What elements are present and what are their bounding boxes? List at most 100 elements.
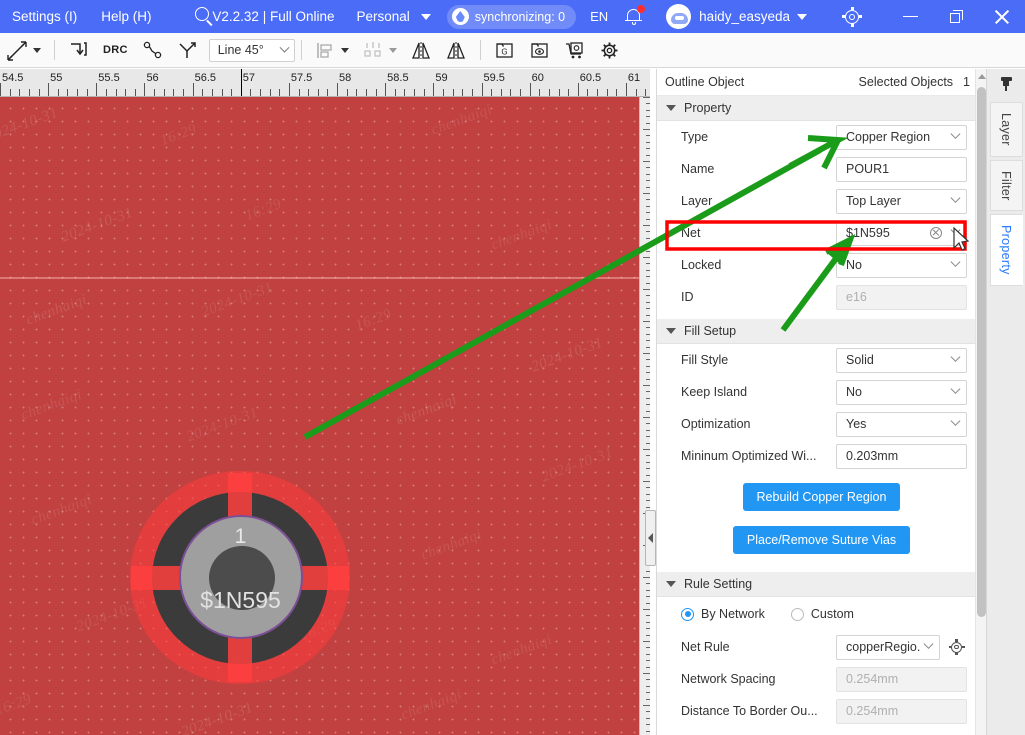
route-tool-button[interactable] (61, 33, 96, 68)
ruler-tick (646, 327, 650, 329)
ruler-tick (183, 89, 184, 96)
ruler-tick (643, 225, 650, 226)
selected-objects-label: Selected Objects (858, 75, 954, 89)
align-vertical-button[interactable] (356, 33, 404, 68)
ruler-tick (646, 698, 650, 700)
menu-settings[interactable]: Settings (I) (0, 0, 89, 33)
tab-property[interactable]: Property (989, 214, 1023, 287)
watermark: 16:29 (243, 196, 284, 224)
row-network-spacing: Network Spacing 0.254mm (657, 663, 986, 695)
radio-custom-label[interactable]: Custom (811, 607, 854, 621)
label-name: Name (681, 162, 715, 176)
maximize-button[interactable] (933, 0, 979, 33)
optimization-select[interactable]: Yes (836, 411, 967, 437)
place-remove-suture-vias-button[interactable]: Place/Remove Suture Vias (732, 526, 911, 554)
clear-icon[interactable] (930, 227, 942, 239)
ruler-tick (646, 231, 650, 233)
panel-splitter-handle[interactable] (645, 510, 656, 566)
chevron-down-icon[interactable] (340, 47, 349, 53)
net-rule-select[interactable]: copperRegio... (836, 634, 940, 660)
settings-button[interactable] (592, 33, 627, 68)
line-mode-select[interactable]: Line 45° (208, 38, 295, 62)
chevron-down-icon[interactable] (388, 47, 397, 53)
order-pcb-button[interactable] (557, 33, 592, 68)
radio-by-network[interactable] (681, 607, 694, 621)
radio-by-network-label[interactable]: By Network (701, 607, 765, 621)
rebuild-copper-region-button[interactable]: Rebuild Copper Region (742, 483, 901, 511)
drc-button[interactable]: DRC (96, 33, 135, 68)
mirror-vertical-button[interactable] (439, 33, 474, 68)
net-path-button[interactable] (135, 33, 170, 68)
pcb-canvas[interactable]: 2024-10-31 16:29 chenhaiqi 2024-10-31 16… (0, 97, 639, 735)
minimize-button[interactable] (887, 0, 933, 33)
ruler-label: 54.5 (2, 72, 24, 84)
suture-vias-button-wrap: Place/Remove Suture Vias (657, 526, 986, 554)
language-selector[interactable]: EN (590, 9, 608, 24)
tab-layer[interactable]: Layer (989, 102, 1023, 157)
ruler-tick (643, 641, 650, 642)
canvas-area[interactable]: 54.5 55 55.5 56 56.5 57 57.5 58 58.5 59 59.5 60 60.5… (0, 69, 650, 735)
folder-g-icon: G (496, 42, 513, 58)
sync-status-badge[interactable]: synchronizing: 0 (446, 4, 577, 29)
section-header-rule-setting[interactable]: Rule Setting (657, 572, 986, 597)
type-select[interactable]: Copper Region (836, 124, 967, 150)
toolbar-divider-2 (300, 40, 302, 60)
ruler-tick (510, 89, 512, 96)
pcb-pad[interactable]: 1 $1N595 (128, 471, 353, 686)
ruler-tick (643, 449, 650, 450)
ruler-tick (96, 83, 98, 96)
gear-icon[interactable] (841, 6, 863, 28)
ruler-label: 60 (531, 72, 544, 84)
username-label[interactable]: haidy_easyeda (699, 9, 790, 24)
align-horizontal-button[interactable] (308, 33, 356, 68)
tab-filter[interactable]: Filter (989, 159, 1023, 212)
row-min-optimized-width: Mininum Optimized Wi... 0.203mm (657, 440, 986, 472)
fill-style-select[interactable]: Solid (836, 347, 967, 373)
ruler-tick (646, 154, 650, 156)
min-optimized-width-input[interactable]: 0.203mm (836, 443, 967, 469)
pin-panel-button[interactable] (987, 69, 1025, 99)
preview-output-button[interactable] (522, 33, 557, 68)
section-header-property[interactable]: Property (657, 96, 986, 121)
name-input[interactable]: POUR1 (836, 156, 967, 182)
mirror-horizontal-button[interactable] (404, 33, 439, 68)
watermark: 2024-10-31 (184, 404, 261, 446)
keep-island-select[interactable]: No (836, 379, 967, 405)
ruler-tick (260, 89, 261, 96)
net-select[interactable]: $1N595 (836, 220, 967, 246)
line-mode-value: Line 45° (217, 43, 264, 57)
close-button[interactable] (979, 0, 1025, 33)
scroll-up-arrow-icon[interactable] (978, 74, 986, 79)
net-rule-settings-gear-icon[interactable] (948, 639, 965, 656)
ruler-tick (28, 89, 30, 96)
ruler-tick (231, 89, 233, 96)
chevron-down-icon[interactable] (33, 47, 41, 53)
ruler-tick (646, 621, 650, 623)
menu-help[interactable]: Help (H) (89, 0, 163, 33)
search-icon[interactable] (194, 6, 213, 28)
scrollbar-thumb[interactable] (977, 87, 986, 617)
section-header-fill-setup[interactable]: Fill Setup (657, 319, 986, 344)
ruler-tick (645, 89, 647, 96)
user-menu-chevron-down-icon[interactable] (797, 13, 807, 20)
gerber-output-button[interactable]: G (487, 33, 522, 68)
measure-tool-button[interactable] (0, 33, 48, 68)
chevron-down-icon (950, 224, 961, 235)
chevron-down-icon[interactable] (420, 13, 431, 20)
horizontal-ruler[interactable]: 54.5 55 55.5 56 56.5 57 57.5 58 58.5 59 59.5 60 60.5… (0, 69, 650, 97)
ruler-tick (643, 193, 650, 194)
ruler-tick (173, 89, 175, 96)
panel-scrollbar[interactable] (975, 69, 986, 735)
locked-select[interactable]: No (836, 252, 967, 278)
ruler-tick (646, 596, 650, 598)
radio-custom[interactable] (790, 607, 804, 621)
vertical-ruler[interactable] (639, 97, 650, 735)
angle-tool-button[interactable] (170, 33, 205, 68)
avatar[interactable] (666, 4, 692, 29)
layer-select[interactable]: Top Layer (836, 188, 967, 214)
workspace-label[interactable]: Personal (356, 9, 409, 24)
watermark: 16:29 (353, 306, 394, 334)
ruler-tick (646, 685, 650, 687)
ruler-tick (646, 410, 650, 412)
notifications-bell-icon[interactable] (624, 4, 646, 28)
